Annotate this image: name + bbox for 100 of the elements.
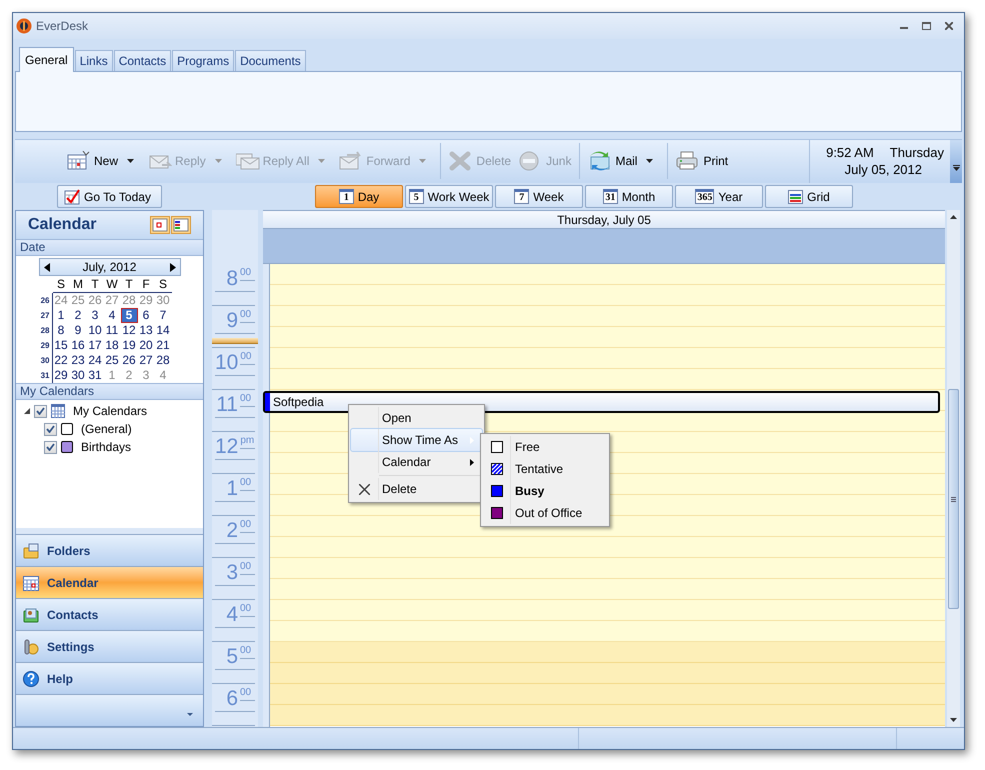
day-cell[interactable]: 12	[120, 323, 138, 338]
checkbox[interactable]	[44, 422, 57, 436]
chevron-down-icon	[952, 164, 960, 171]
hour-suffix: 00	[240, 562, 255, 576]
tab[interactable]: Links	[74, 50, 113, 71]
week-number: 27	[40, 308, 52, 324]
day-cell[interactable]: 6	[138, 308, 154, 324]
tree-item[interactable]: My Calendars	[73, 402, 148, 420]
toolbar-button[interactable]: Print	[673, 146, 732, 176]
day-cell[interactable]: 15	[52, 338, 70, 354]
day-cell[interactable]: 14	[154, 323, 172, 338]
folder-icon	[23, 542, 39, 559]
tab[interactable]: Programs	[172, 50, 234, 71]
day-cell[interactable]: 29	[52, 368, 70, 384]
day-cell[interactable]: 21	[154, 338, 172, 354]
day-cell[interactable]: 27	[138, 353, 154, 368]
view-button[interactable]: 31 Month	[585, 185, 673, 208]
calendar-page-icon: 7	[514, 189, 530, 204]
printer-icon	[676, 151, 700, 172]
hour-label: 11	[216, 394, 238, 416]
day-cell[interactable]: 5	[120, 308, 138, 324]
calendar-icon	[67, 151, 91, 172]
day-cell[interactable]: 31	[86, 368, 104, 384]
view-button[interactable]: 7 Week	[495, 185, 583, 208]
toolbar-overflow-button[interactable]	[950, 140, 962, 183]
tab[interactable]: Documents	[235, 50, 306, 71]
checkbox[interactable]	[44, 440, 57, 454]
hour-suffix: 00	[240, 646, 255, 660]
day-cell[interactable]: 20	[138, 338, 154, 354]
day-cell[interactable]: 23	[70, 353, 86, 368]
dropdown-arrow-icon	[318, 159, 326, 164]
tree-item[interactable]: Birthdays	[81, 438, 132, 456]
grid-icon	[788, 190, 804, 204]
checkbox[interactable]	[34, 404, 47, 418]
calendar-page-icon: 1	[338, 189, 354, 204]
day-cell[interactable]: 17	[86, 338, 104, 354]
menu-item[interactable]: Calendar	[351, 451, 482, 474]
toolbar-button[interactable]: Mail	[585, 146, 662, 176]
go-to-today-button[interactable]: Go To Today	[57, 185, 162, 208]
day-cell[interactable]: 18	[104, 338, 120, 354]
day-cell[interactable]: 26	[120, 353, 138, 368]
day-cell[interactable]: 16	[70, 338, 86, 354]
dropdown-arrow-icon	[646, 159, 654, 164]
day-cell[interactable]: 30	[70, 368, 86, 384]
day-cell[interactable]: 2	[70, 308, 86, 324]
hour-label: 10	[215, 352, 238, 374]
menu-item[interactable]: Out of Office	[483, 502, 607, 524]
day-cell[interactable]: 3	[86, 308, 104, 324]
nav-item[interactable]: Settings	[16, 631, 203, 664]
scrollbar[interactable]	[947, 210, 960, 728]
day-cell[interactable]: 25	[104, 353, 120, 368]
day-cell[interactable]: 4	[104, 308, 120, 324]
view-button[interactable]: 5 Work Week	[405, 185, 493, 208]
view-button[interactable]: 365 Year	[675, 185, 763, 208]
x-icon	[359, 484, 370, 495]
day-cell[interactable]: 22	[52, 353, 70, 368]
tree-item[interactable]: (General)	[81, 420, 132, 438]
view-button[interactable]: Grid	[765, 185, 853, 208]
day-cell[interactable]: 13	[138, 323, 154, 338]
tab[interactable]: Contacts	[114, 50, 172, 71]
hour-label: 12	[215, 436, 238, 458]
weekday-label: S	[154, 277, 172, 294]
view-button[interactable]: 1 Day	[315, 185, 403, 208]
scroll-thumb[interactable]	[948, 389, 959, 610]
day-cell[interactable]: 10	[86, 323, 104, 338]
nav-item[interactable]: Contacts	[16, 599, 203, 632]
address-book-icon	[23, 606, 39, 623]
day-cell[interactable]: 28	[154, 353, 172, 368]
clock-date: July 05, 2012	[844, 161, 923, 178]
clock-weekday: Thursday	[890, 144, 944, 162]
menu-item[interactable]: Tentative	[483, 458, 607, 480]
day-cell[interactable]: 9	[70, 323, 86, 338]
checkmark-icon	[46, 443, 55, 452]
hour-label: 6	[226, 688, 238, 710]
tab[interactable]: General	[19, 46, 74, 72]
nav-item[interactable]: Calendar	[16, 567, 203, 600]
menu-item[interactable]: Busy	[483, 480, 607, 502]
appointment[interactable]: Softpedia	[263, 391, 940, 414]
previous-month-icon	[44, 262, 50, 272]
day-cell[interactable]: 7	[154, 308, 172, 324]
hour-suffix: 00	[240, 310, 255, 324]
nav-item[interactable]: Help	[16, 663, 203, 696]
week-number: 26	[40, 293, 52, 308]
grip-icon	[951, 496, 956, 502]
toolbar-button[interactable]: New	[64, 146, 144, 176]
calendar-page-icon: 5	[408, 189, 424, 204]
day-cell[interactable]: 1	[52, 308, 70, 324]
week-number: 29	[40, 338, 52, 354]
day-cell[interactable]: 11	[104, 323, 120, 338]
app-logo-icon	[16, 18, 32, 34]
hour-suffix: 00	[240, 604, 255, 618]
day-cell[interactable]: 8	[52, 323, 70, 338]
hour-label: 2	[226, 520, 238, 542]
hour-label: 4	[226, 604, 238, 626]
day-cell[interactable]: 24	[86, 353, 104, 368]
nav-item[interactable]: Folders	[16, 535, 203, 568]
day-header: Thursday, July 05	[263, 211, 945, 230]
day-cell[interactable]: 19	[120, 338, 138, 354]
menu-item[interactable]: Delete	[351, 478, 482, 500]
calendar-icon	[51, 404, 65, 418]
